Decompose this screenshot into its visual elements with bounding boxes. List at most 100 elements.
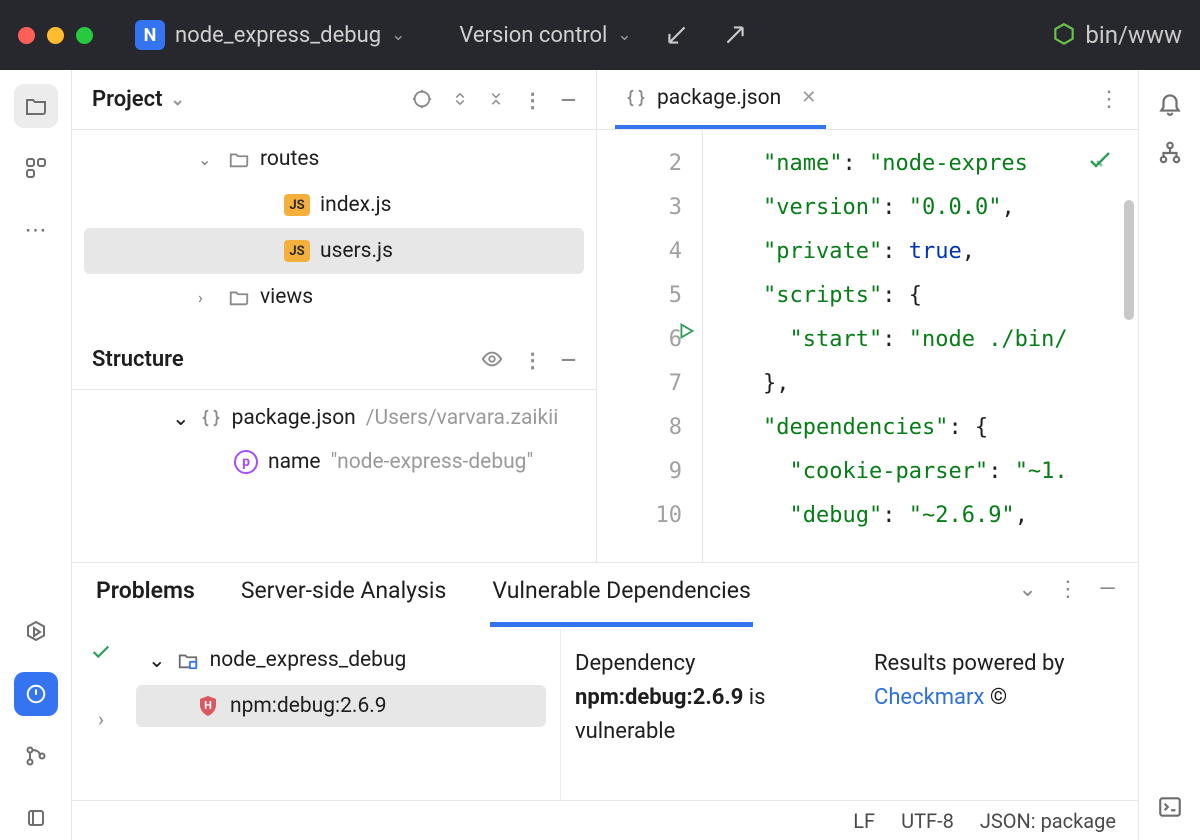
folder-icon <box>228 148 250 170</box>
collapse-all-icon[interactable] <box>487 88 505 112</box>
structure-tool-button[interactable] <box>14 146 58 190</box>
version-control-menu[interactable]: Version control ⌄ <box>459 23 631 48</box>
kebab-icon[interactable]: ⋮ <box>523 88 543 112</box>
tree-item-label: views <box>260 285 313 309</box>
line-number: 2 <box>597 142 682 186</box>
tab-vulnerable-dependencies[interactable]: Vulnerable Dependencies <box>490 563 752 627</box>
code-area[interactable]: 2 3 4 5 6 7 8 9 10 "name": "node-expres … <box>597 130 1138 562</box>
kebab-icon[interactable]: ⋮ <box>1057 577 1079 602</box>
tree-file-users[interactable]: JS users.js <box>84 228 584 274</box>
git-tool-button[interactable] <box>14 734 58 778</box>
property-icon: p <box>234 450 258 474</box>
chevron-down-icon: ⌄ <box>198 150 218 169</box>
minimize-window-button[interactable] <box>47 27 64 44</box>
module-icon <box>176 649 200 671</box>
dependency-message: Dependency npm:debug:2.6.9 is vulnerable <box>575 647 850 800</box>
chevron-down-icon[interactable]: ⌄ <box>171 90 185 110</box>
structure-property-row[interactable]: p name "node-express-debug" <box>72 440 596 484</box>
checkmarx-link[interactable]: Checkmarx <box>874 685 984 710</box>
left-panels: Project ⌄ ⋮ — ⌄ routes <box>72 70 597 562</box>
editor: package.json ✕ ⋮ 2 3 4 5 6 <box>597 70 1138 562</box>
services-tool-button[interactable] <box>14 610 58 654</box>
terminal-icon[interactable] <box>1157 794 1183 820</box>
check-icon[interactable] <box>90 641 112 663</box>
code-content: "name": "node-expres "version": "0.0.0",… <box>702 130 1138 562</box>
close-tab-icon[interactable]: ✕ <box>801 87 816 108</box>
tree-folder-routes[interactable]: ⌄ routes <box>72 136 596 182</box>
editor-scrollbar[interactable] <box>1124 200 1134 320</box>
tab-server-side-analysis[interactable]: Server-side Analysis <box>239 563 449 622</box>
problems-tool-button[interactable] <box>14 672 58 716</box>
structure-file-row[interactable]: ⌄ package.json /Users/varvara.zaikii <box>72 396 596 440</box>
line-number: 10 <box>597 494 682 538</box>
close-window-button[interactable] <box>18 27 35 44</box>
hierarchy-icon[interactable] <box>1157 140 1183 166</box>
version-control-label: Version control <box>459 23 607 48</box>
minimize-icon[interactable]: — <box>561 88 576 112</box>
status-lang[interactable]: JSON: package <box>980 809 1116 833</box>
structure-prop-name: name <box>268 450 321 474</box>
folder-icon <box>228 286 250 308</box>
chevron-down-icon: ⌄ <box>172 406 190 431</box>
problems-tabs: Problems Server-side Analysis Vulnerable… <box>72 563 1138 629</box>
structure-tree: ⌄ package.json /Users/varvara.zaikii p n… <box>72 390 596 500</box>
project-tool-button[interactable] <box>14 84 58 128</box>
incoming-changes-button[interactable] <box>664 22 690 48</box>
outgoing-changes-button[interactable] <box>722 22 748 48</box>
editor-tab-package-json[interactable]: package.json ✕ <box>615 70 826 129</box>
problems-tree-root[interactable]: ⌄ node_express_debug <box>136 639 546 681</box>
expand-all-icon[interactable] <box>451 88 469 112</box>
problems-finding-row[interactable]: H npm:debug:2.6.9 <box>136 685 546 727</box>
json-icon <box>200 407 222 429</box>
tree-file-index[interactable]: JS index.js <box>72 182 596 228</box>
detail-strong: npm:debug:2.6.9 <box>575 685 743 710</box>
detail-pre: Dependency <box>575 651 695 676</box>
status-line-ending[interactable]: LF <box>853 809 875 833</box>
tab-problems[interactable]: Problems <box>94 563 197 622</box>
js-icon: JS <box>284 194 310 216</box>
status-encoding[interactable]: UTF-8 <box>901 809 954 833</box>
problems-finding-label: npm:debug:2.6.9 <box>230 694 387 718</box>
powered-post: © <box>990 685 1007 710</box>
project-panel-header: Project ⌄ ⋮ — <box>72 70 596 130</box>
title-bar: N node_express_debug ⌄ Version control ⌄… <box>0 0 1200 70</box>
editor-tab-label: package.json <box>657 86 781 110</box>
view-options-icon[interactable] <box>479 348 505 372</box>
notifications-icon[interactable] <box>1157 90 1183 116</box>
chevron-down-icon[interactable]: ⌄ <box>1018 577 1036 602</box>
status-bar: LF UTF-8 JSON: package <box>72 800 1138 840</box>
project-icon: N <box>135 20 165 50</box>
maximize-window-button[interactable] <box>76 27 93 44</box>
bookmarks-tool-button[interactable] <box>14 796 58 840</box>
inspection-ok-icon[interactable] <box>1086 148 1114 172</box>
project-panel-title: Project <box>92 87 163 112</box>
project-selector[interactable]: N node_express_debug ⌄ <box>125 14 415 56</box>
window-controls <box>18 27 93 44</box>
powered-by: Results powered by Checkmarx © <box>874 647 1124 800</box>
locate-icon[interactable] <box>411 88 433 112</box>
structure-panel-header: Structure ⋮ — <box>72 330 596 390</box>
right-tool-strip <box>1138 70 1200 840</box>
minimize-icon[interactable]: — <box>561 348 576 372</box>
minimize-icon[interactable]: — <box>1099 577 1116 602</box>
problems-detail: Dependency npm:debug:2.6.9 is vulnerable… <box>560 629 1138 800</box>
run-config-selector[interactable]: bin/www <box>1051 21 1182 49</box>
chevron-down-icon: ⌄ <box>617 25 631 45</box>
kebab-icon[interactable]: ⋮ <box>523 348 543 372</box>
kebab-icon[interactable]: ⋮ <box>1098 87 1120 112</box>
line-number: 3 <box>597 186 682 230</box>
svg-text:H: H <box>204 699 212 712</box>
problems-root-label: node_express_debug <box>210 648 407 672</box>
powered-pre: Results powered by <box>874 651 1065 676</box>
problems-gutter: › <box>72 629 130 800</box>
chevron-right-icon[interactable]: › <box>98 707 104 731</box>
chevron-down-icon: ⌄ <box>148 648 166 673</box>
more-tools-button[interactable]: ⋯ <box>14 208 58 252</box>
problems-panel: Problems Server-side Analysis Vulnerable… <box>72 562 1138 800</box>
line-number: 6 <box>597 318 682 362</box>
line-number: 8 <box>597 406 682 450</box>
gutter-run-icon[interactable] <box>675 320 697 342</box>
structure-prop-value: "node-express-debug" <box>331 450 534 474</box>
tree-folder-views[interactable]: › views <box>72 274 596 320</box>
chevron-right-icon: › <box>198 288 218 307</box>
